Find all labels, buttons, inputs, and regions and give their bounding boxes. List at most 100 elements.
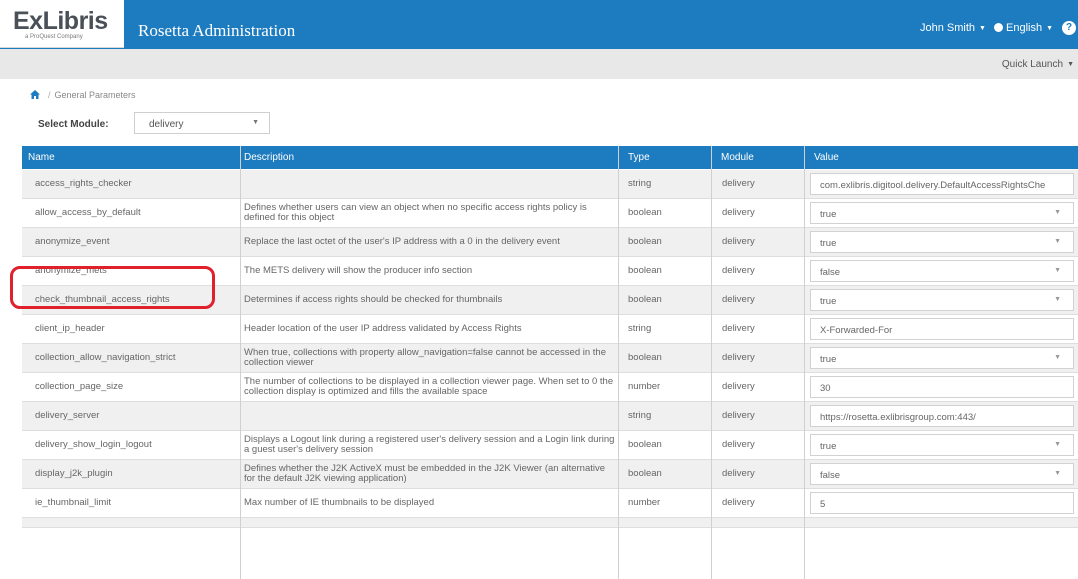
table-row-partial: [22, 518, 1078, 528]
language-menu[interactable]: English ▼: [994, 22, 1053, 36]
home-icon[interactable]: [30, 90, 40, 99]
column-header-description[interactable]: Description: [244, 152, 294, 163]
param-type: boolean: [628, 460, 688, 488]
param-description: Defines whether the J2K ActiveX must be …: [244, 460, 618, 488]
param-module-text: delivery: [722, 381, 755, 392]
param-value-input[interactable]: 30: [810, 376, 1074, 398]
exlibris-logo[interactable]: ExLibris a ProQuest Company: [0, 0, 124, 48]
param-description-text: When true, collections with property all…: [244, 347, 607, 368]
param-type: string: [628, 315, 688, 343]
param-name: allow_access_by_default: [35, 199, 235, 227]
param-description: [244, 170, 618, 198]
param-value-text: true: [820, 296, 837, 307]
column-divider: [711, 146, 712, 579]
highlight-annotation: [10, 266, 215, 309]
param-value-select[interactable]: true ▼: [810, 347, 1074, 369]
app-title: Rosetta Administration: [138, 21, 296, 40]
column-divider: [618, 146, 619, 579]
param-type-text: string: [628, 410, 652, 421]
param-value-input[interactable]: https://rosetta.exlibrisgroup.com:443/: [810, 405, 1074, 427]
help-icon[interactable]: ?: [1062, 21, 1076, 35]
module-select[interactable]: delivery ▼: [134, 112, 270, 134]
param-description-text: The number of collections to be displaye…: [244, 376, 614, 397]
table-row: access_rights_checker string delivery com.e…: [22, 170, 1078, 199]
param-module-text: delivery: [722, 265, 755, 276]
column-header-name[interactable]: Name: [28, 152, 55, 163]
param-description-text: Determines if access rights should be ch…: [244, 294, 503, 305]
param-type-text: boolean: [628, 236, 662, 247]
param-type: boolean: [628, 344, 688, 372]
param-type: boolean: [628, 199, 688, 227]
param-description-text: The METS delivery will show the producer…: [244, 265, 473, 276]
param-name-text: client_ip_header: [35, 323, 105, 334]
breadcrumb: / General Parameters: [30, 90, 136, 100]
param-value-select[interactable]: false ▼: [810, 260, 1074, 282]
param-type-text: boolean: [628, 439, 662, 450]
param-module: delivery: [722, 315, 802, 343]
param-value-select[interactable]: true ▼: [810, 231, 1074, 253]
module-select-value: delivery: [149, 119, 184, 130]
param-value-text: X-Forwarded-For: [820, 325, 893, 336]
param-type-text: number: [628, 497, 661, 508]
column-header-type[interactable]: Type: [628, 152, 650, 163]
param-module: delivery: [722, 344, 802, 372]
param-value-text: 30: [820, 383, 831, 394]
param-value-select[interactable]: false ▼: [810, 463, 1074, 485]
table-row: collection_page_size The number of collec…: [22, 373, 1078, 402]
param-description: Determines if access rights should be ch…: [244, 286, 618, 314]
quick-launch-bar: Quick Launch ▼: [0, 49, 1078, 79]
user-menu[interactable]: John Smith ▼: [920, 22, 986, 36]
param-module: delivery: [722, 286, 802, 314]
column-header-module[interactable]: Module: [721, 152, 754, 163]
param-name: client_ip_header: [35, 315, 235, 343]
param-description: [244, 402, 618, 430]
param-module: delivery: [722, 460, 802, 488]
param-value-input[interactable]: 5: [810, 492, 1074, 514]
param-type-text: boolean: [628, 468, 662, 479]
column-divider: [804, 146, 805, 579]
param-description-text: Defines whether users can view an object…: [244, 202, 587, 223]
param-value-text: false: [820, 267, 841, 278]
param-module-text: delivery: [722, 468, 755, 479]
param-value-input[interactable]: X-Forwarded-For: [810, 318, 1074, 340]
chevron-down-icon: ▼: [1054, 267, 1061, 274]
param-value-select[interactable]: true ▼: [810, 202, 1074, 224]
quick-launch-label: Quick Launch: [1001, 59, 1064, 70]
table-row: anonymize_event Replace the last octet of…: [22, 228, 1078, 257]
param-type: boolean: [628, 431, 688, 459]
param-name-text: allow_access_by_default: [35, 207, 141, 218]
breadcrumb-current: General Parameters: [54, 90, 136, 100]
param-module: delivery: [722, 489, 802, 517]
table-row: client_ip_header Header location of the u…: [22, 315, 1078, 344]
column-header-value[interactable]: Value: [814, 152, 839, 163]
table-row: delivery_show_login_logout Displays a Log…: [22, 431, 1078, 460]
logo-text: ExLibris: [13, 7, 108, 35]
param-module-text: delivery: [722, 178, 755, 189]
language-menu-label: English: [1006, 22, 1043, 34]
caret-down-icon: ▼: [1046, 25, 1054, 32]
param-value-text: com.exlibris.digitool.delivery.DefaultAc…: [820, 180, 1046, 191]
chevron-down-icon: ▼: [1054, 296, 1061, 303]
param-value-input[interactable]: com.exlibris.digitool.delivery.DefaultAc…: [810, 173, 1074, 195]
param-description: Max number of IE thumbnails to be displa…: [244, 489, 618, 517]
param-type-text: boolean: [628, 207, 662, 218]
param-module: delivery: [722, 431, 802, 459]
top-header-bar: ExLibris a ProQuest Company Rosetta Admi…: [0, 0, 1078, 49]
param-value-select[interactable]: true ▼: [810, 289, 1074, 311]
param-value-select[interactable]: true ▼: [810, 434, 1074, 456]
user-menu-label: John Smith: [920, 22, 976, 34]
select-module-label: Select Module:: [38, 119, 109, 130]
param-type-text: boolean: [628, 294, 662, 305]
param-type-text: boolean: [628, 352, 662, 363]
quick-launch-menu[interactable]: Quick Launch ▼: [1002, 59, 1074, 70]
globe-icon: [994, 23, 1003, 32]
param-name: anonymize_event: [35, 228, 235, 256]
param-module-text: delivery: [722, 439, 755, 450]
param-module: delivery: [722, 257, 802, 285]
param-description-text: Displays a Logout link during a register…: [244, 434, 615, 455]
chevron-down-icon: ▼: [252, 119, 259, 126]
param-name-text: collection_allow_navigation_strict: [35, 352, 176, 363]
param-type: boolean: [628, 286, 688, 314]
param-type: number: [628, 373, 688, 401]
param-description: Displays a Logout link during a register…: [244, 431, 618, 459]
